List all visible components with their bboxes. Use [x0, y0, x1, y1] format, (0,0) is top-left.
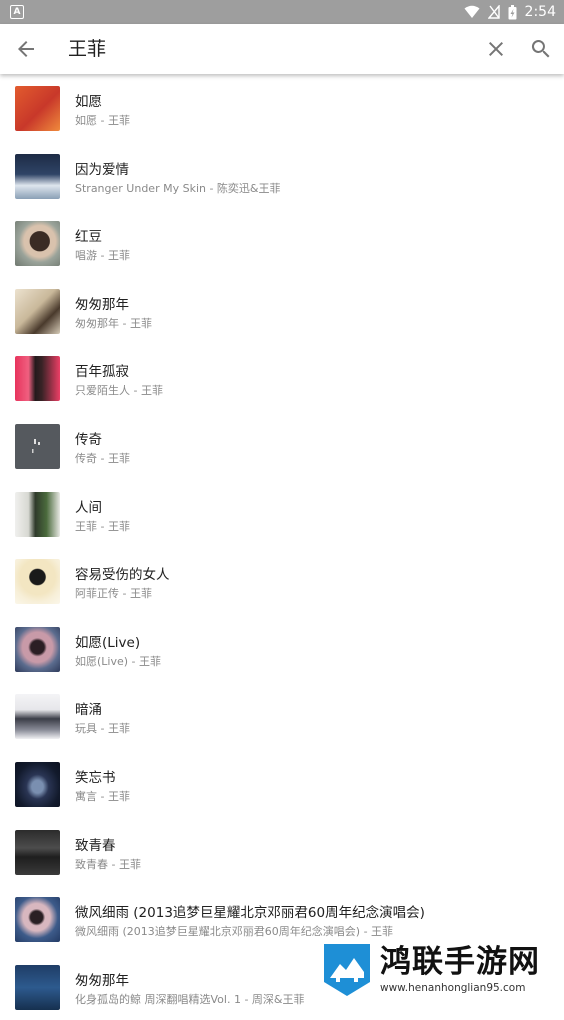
- song-title: 微风细雨 (2013追梦巨星耀北京邓丽君60周年纪念演唱会): [75, 905, 425, 922]
- song-subtitle: 唱游 - 王菲: [75, 249, 130, 263]
- song-subtitle: Stranger Under My Skin - 陈奕迅&王菲: [75, 181, 281, 195]
- list-item[interactable]: 匆匆那年 匆匆那年 - 王菲: [0, 277, 564, 344]
- signal-icon: [487, 5, 500, 19]
- album-cover: [15, 694, 60, 740]
- song-title: 如愿(Live): [75, 634, 141, 651]
- battery-icon: [508, 4, 517, 20]
- song-title: 匆匆那年: [75, 296, 129, 313]
- list-item[interactable]: 容易受伤的女人 阿菲正传 - 王菲: [0, 547, 564, 614]
- watermark-name: 鸿联手游网: [380, 944, 540, 980]
- watermark-logo-icon: [320, 942, 374, 998]
- album-cover: [15, 221, 60, 267]
- song-subtitle: 化身孤岛的鲸 周深翻唱精选Vol. 1 - 周深&王菲: [75, 992, 305, 1006]
- album-cover: [15, 626, 60, 672]
- clear-icon[interactable]: [484, 37, 508, 61]
- song-title: 致青春: [75, 837, 116, 854]
- song-subtitle: 致青春 - 王菲: [75, 857, 141, 871]
- album-cover: [15, 491, 60, 537]
- album-cover: [15, 424, 60, 469]
- song-title: 因为爱情: [75, 161, 129, 178]
- album-cover: [15, 153, 60, 199]
- song-title: 红豆: [75, 229, 102, 246]
- album-cover: [15, 356, 60, 402]
- album-cover: [15, 897, 60, 943]
- album-cover: [15, 559, 60, 605]
- song-subtitle: 阿菲正传 - 王菲: [75, 587, 152, 601]
- song-title: 容易受伤的女人: [75, 567, 170, 584]
- list-item[interactable]: 暗涌 玩具 - 王菲: [0, 682, 564, 749]
- album-cover: [15, 964, 60, 1010]
- album-cover: [15, 288, 60, 334]
- song-title: 匆匆那年: [75, 972, 129, 989]
- song-title: 人间: [75, 499, 102, 516]
- notification-badge-icon: A: [10, 5, 24, 19]
- list-item[interactable]: 传奇 传奇 - 王菲: [0, 412, 564, 479]
- song-subtitle: 如愿(Live) - 王菲: [75, 654, 162, 668]
- clock: 2:54: [524, 4, 556, 20]
- album-cover: [15, 86, 60, 131]
- list-item[interactable]: 百年孤寂 只爱陌生人 - 王菲: [0, 344, 564, 411]
- album-cover: [15, 829, 60, 875]
- list-item[interactable]: 红豆 唱游 - 王菲: [0, 209, 564, 276]
- album-cover: [15, 762, 60, 807]
- song-subtitle: 玩具 - 王菲: [75, 722, 130, 736]
- watermark: 鸿联手游网 www.henanhonglian95.com: [318, 942, 558, 1000]
- song-subtitle: 只爱陌生人 - 王菲: [75, 384, 163, 398]
- song-subtitle: 如愿 - 王菲: [75, 114, 130, 127]
- search-icon[interactable]: [529, 37, 553, 61]
- watermark-url: www.henanhonglian95.com: [380, 982, 526, 994]
- list-item[interactable]: 致青春 致青春 - 王菲: [0, 818, 564, 885]
- list-item[interactable]: 因为爱情 Stranger Under My Skin - 陈奕迅&王菲: [0, 142, 564, 209]
- song-title: 笑忘书: [75, 770, 116, 786]
- song-subtitle: 王菲 - 王菲: [75, 519, 130, 533]
- list-item[interactable]: 笑忘书 寓言 - 王菲: [0, 750, 564, 817]
- search-input[interactable]: 王菲: [68, 24, 106, 74]
- song-subtitle: 微风细雨 (2013追梦巨星耀北京邓丽君60周年纪念演唱会) - 王菲: [75, 925, 394, 939]
- song-title: 百年孤寂: [75, 364, 129, 381]
- song-title: 如愿: [75, 94, 102, 110]
- song-subtitle: 传奇 - 王菲: [75, 452, 130, 465]
- list-item[interactable]: 如愿 如愿 - 王菲: [0, 74, 564, 141]
- song-title: 传奇: [75, 432, 102, 448]
- wifi-icon: [464, 5, 480, 19]
- song-title: 暗涌: [75, 702, 102, 719]
- song-subtitle: 匆匆那年 - 王菲: [75, 316, 152, 330]
- song-subtitle: 寓言 - 王菲: [75, 790, 130, 803]
- list-item[interactable]: 如愿(Live) 如愿(Live) - 王菲: [0, 615, 564, 682]
- back-arrow-icon[interactable]: [14, 37, 38, 61]
- search-toolbar: 王菲: [0, 24, 564, 74]
- status-bar: A 2:54: [0, 0, 564, 24]
- list-item[interactable]: 人间 王菲 - 王菲: [0, 480, 564, 547]
